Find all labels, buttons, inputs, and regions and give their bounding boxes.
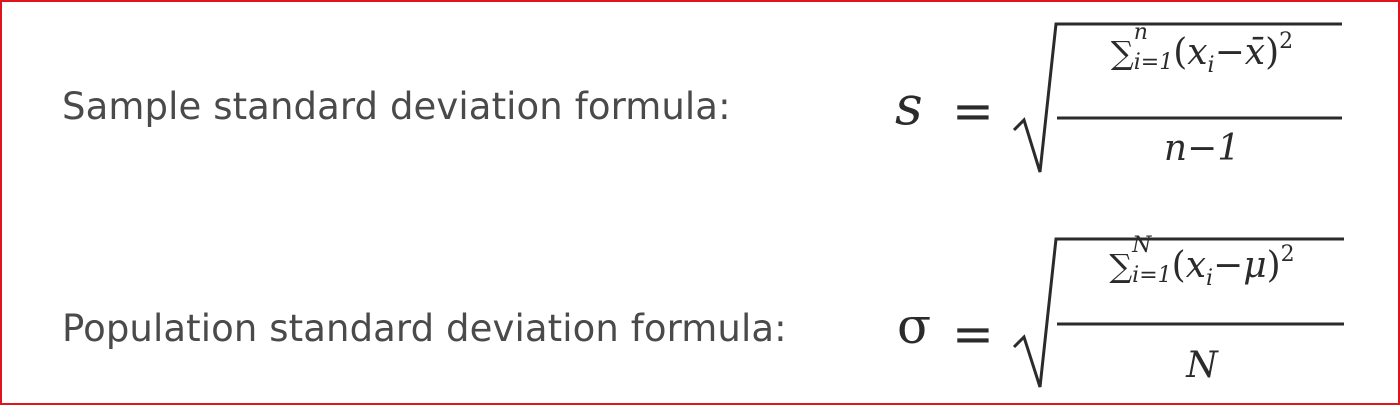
population-denominator: N bbox=[1186, 345, 1218, 386]
formula-panel: Sample standard deviation formula: s = ∑… bbox=[0, 0, 1400, 405]
population-x-subscript: i bbox=[1206, 266, 1214, 291]
sample-exponent: 2 bbox=[1279, 29, 1294, 54]
sample-sum-upper: n bbox=[1133, 20, 1148, 45]
population-numerator: ∑ Ni=1(xi−μ)2 bbox=[1057, 235, 1347, 292]
sample-sd-variable: s bbox=[895, 74, 923, 137]
population-exponent: 2 bbox=[1280, 242, 1295, 267]
population-formula-row: Population standard deviation formula: σ… bbox=[2, 227, 1400, 417]
sample-formula-label: Sample standard deviation formula: bbox=[62, 85, 731, 128]
population-sum-limits: Ni=1 bbox=[1132, 235, 1171, 287]
sample-equals-sign: = bbox=[952, 82, 994, 140]
sample-sum-lower: i=1 bbox=[1133, 50, 1174, 75]
population-sum-lower: i=1 bbox=[1132, 263, 1172, 288]
population-equals-sign: = bbox=[952, 305, 994, 363]
sample-numerator: ∑ n i=1(xi−x̄)2 bbox=[1057, 22, 1347, 79]
sample-open-paren: ( bbox=[1173, 32, 1188, 73]
sample-x-term: x bbox=[1187, 32, 1208, 73]
sample-formula-row: Sample standard deviation formula: s = ∑… bbox=[2, 12, 1400, 202]
population-sum-symbol: ∑ bbox=[1109, 247, 1133, 285]
population-mean-term: μ bbox=[1243, 245, 1267, 286]
sample-minus: − bbox=[1214, 32, 1245, 73]
sample-sum-limits: n i=1 bbox=[1134, 22, 1173, 74]
population-open-paren: ( bbox=[1171, 245, 1186, 286]
sample-x-subscript: i bbox=[1207, 53, 1215, 78]
sample-close-paren: ) bbox=[1265, 32, 1280, 73]
sample-denominator: n−1 bbox=[1163, 128, 1241, 169]
population-sum-upper: N bbox=[1132, 233, 1152, 258]
population-minus: − bbox=[1213, 245, 1244, 286]
sample-mean-term: x̄ bbox=[1244, 32, 1266, 73]
population-formula-label: Population standard deviation formula: bbox=[62, 307, 787, 350]
population-x-term: x bbox=[1185, 245, 1206, 286]
population-sd-variable: σ bbox=[897, 297, 932, 355]
population-close-paren: ) bbox=[1266, 245, 1281, 286]
sample-sum-symbol: ∑ bbox=[1110, 34, 1134, 72]
